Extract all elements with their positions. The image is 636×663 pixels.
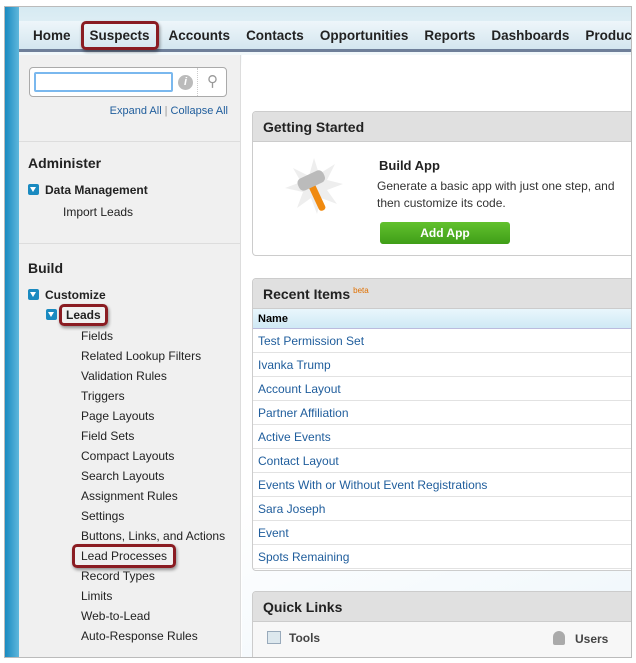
build-app-heading: Build App bbox=[379, 158, 440, 173]
setup-link[interactable]: Triggers bbox=[81, 389, 125, 403]
customize-node[interactable]: Customize bbox=[28, 288, 106, 302]
data-management-label: Data Management bbox=[45, 183, 148, 197]
setup-link[interactable]: Search Layouts bbox=[81, 469, 164, 483]
main-content: Getting Started Build App Generate a bas… bbox=[242, 55, 631, 657]
setup-link[interactable]: Auto-Response Rules bbox=[81, 629, 198, 643]
expand-all-link[interactable]: Expand All bbox=[110, 105, 162, 117]
name-column-header[interactable]: Name bbox=[253, 309, 631, 329]
divider bbox=[19, 243, 240, 244]
recent-item-link[interactable]: Event bbox=[253, 521, 631, 545]
tab-contacts[interactable]: Contacts bbox=[238, 28, 312, 43]
tools-link[interactable]: Tools bbox=[267, 631, 320, 645]
lead-processes-label: Lead Processes bbox=[72, 544, 177, 568]
hammer-icon bbox=[283, 156, 345, 218]
recent-item-link[interactable]: Contact Layout bbox=[253, 449, 631, 473]
nav-tabs: Home Suspects Accounts Contacts Opportun… bbox=[19, 20, 631, 52]
tab-dashboards[interactable]: Dashboards bbox=[483, 28, 577, 43]
setup-sidebar: i ⚲ Expand All | Collapse All Administer D… bbox=[19, 55, 241, 657]
setup-link[interactable]: Related Lookup Filters bbox=[81, 349, 201, 363]
tools-label: Tools bbox=[289, 631, 321, 645]
quick-find: i ⚲ bbox=[29, 67, 227, 97]
data-management-node[interactable]: Data Management bbox=[28, 183, 148, 197]
collapse-all-link[interactable]: Collapse All bbox=[171, 105, 228, 117]
leads-node[interactable]: Leads bbox=[46, 304, 108, 326]
recent-item-link[interactable]: Active Events bbox=[253, 425, 631, 449]
beta-badge: beta bbox=[353, 286, 369, 295]
setup-link[interactable]: Buttons, Links, and Actions bbox=[81, 529, 225, 543]
setup-link[interactable]: Fields bbox=[81, 329, 113, 343]
getting-started-title: Getting Started bbox=[253, 112, 631, 142]
user-icon bbox=[553, 631, 565, 645]
recent-items-list: Test Permission Set Ivanka Trump Account L… bbox=[253, 329, 631, 569]
users-link[interactable]: Users bbox=[553, 631, 608, 646]
recent-item-link[interactable]: Ivanka Trump bbox=[253, 353, 631, 377]
quick-links-panel: Quick Links Tools Users bbox=[252, 591, 631, 657]
tools-icon bbox=[267, 631, 281, 644]
left-accent-strip bbox=[5, 7, 19, 657]
setup-link[interactable]: Web-to-Lead bbox=[81, 609, 150, 623]
setup-link[interactable]: Assignment Rules bbox=[81, 489, 178, 503]
setup-link[interactable]: Page Layouts bbox=[81, 409, 154, 423]
recent-item-link[interactable]: Spots Remaining bbox=[253, 545, 631, 569]
collapse-toggle-icon[interactable] bbox=[28, 184, 39, 195]
recent-items-header: Recent Items beta bbox=[253, 279, 631, 309]
recent-items-panel: Recent Items beta Name Test Permission Se… bbox=[252, 278, 631, 571]
customize-label: Customize bbox=[45, 288, 106, 302]
tab-accounts[interactable]: Accounts bbox=[161, 28, 239, 43]
getting-started-panel: Getting Started Build App Generate a bas… bbox=[252, 111, 631, 256]
expand-collapse-links: Expand All | Collapse All bbox=[110, 105, 228, 117]
quick-links-title: Quick Links bbox=[253, 592, 631, 622]
recent-item-link[interactable]: Test Permission Set bbox=[253, 329, 631, 353]
leads-label: Leads bbox=[59, 304, 108, 326]
users-label: Users bbox=[575, 632, 609, 646]
setup-link[interactable]: Limits bbox=[81, 589, 112, 603]
setup-link[interactable]: Record Types bbox=[81, 569, 155, 583]
tab-home[interactable]: Home bbox=[25, 28, 79, 43]
collapse-toggle-icon[interactable] bbox=[46, 309, 57, 320]
divider: | bbox=[164, 105, 168, 117]
recent-item-link[interactable]: Partner Affiliation bbox=[253, 401, 631, 425]
search-icon[interactable]: ⚲ bbox=[197, 68, 227, 96]
tab-reports[interactable]: Reports bbox=[416, 28, 483, 43]
quick-find-input[interactable] bbox=[34, 72, 173, 92]
app-window: Home Suspects Accounts Contacts Opportun… bbox=[4, 6, 632, 658]
collapse-toggle-icon[interactable] bbox=[28, 289, 39, 300]
recent-items-title: Recent Items bbox=[263, 286, 351, 302]
setup-link[interactable]: Compact Layouts bbox=[81, 449, 174, 463]
build-heading: Build bbox=[28, 260, 63, 276]
setup-link[interactable]: Lead Processes bbox=[72, 544, 177, 568]
setup-link[interactable]: Settings bbox=[81, 509, 124, 523]
recent-item-link[interactable]: Account Layout bbox=[253, 377, 631, 401]
import-leads-link[interactable]: Import Leads bbox=[63, 205, 133, 219]
recent-item-link[interactable]: Events With or Without Event Registratio… bbox=[253, 473, 631, 497]
recent-item-link[interactable]: Sara Joseph bbox=[253, 497, 631, 521]
setup-link[interactable]: Field Sets bbox=[81, 429, 134, 443]
tab-opportunities[interactable]: Opportunities bbox=[312, 28, 417, 43]
administer-heading: Administer bbox=[28, 155, 102, 171]
tab-suspects[interactable]: Suspects bbox=[80, 20, 159, 50]
info-icon[interactable]: i bbox=[178, 75, 193, 90]
build-app-description: Generate a basic app with just one step,… bbox=[377, 179, 615, 210]
add-app-button[interactable]: Add App bbox=[380, 222, 510, 244]
divider bbox=[19, 141, 240, 142]
setup-link[interactable]: Validation Rules bbox=[81, 369, 167, 383]
tab-products[interactable]: Products bbox=[577, 28, 631, 43]
